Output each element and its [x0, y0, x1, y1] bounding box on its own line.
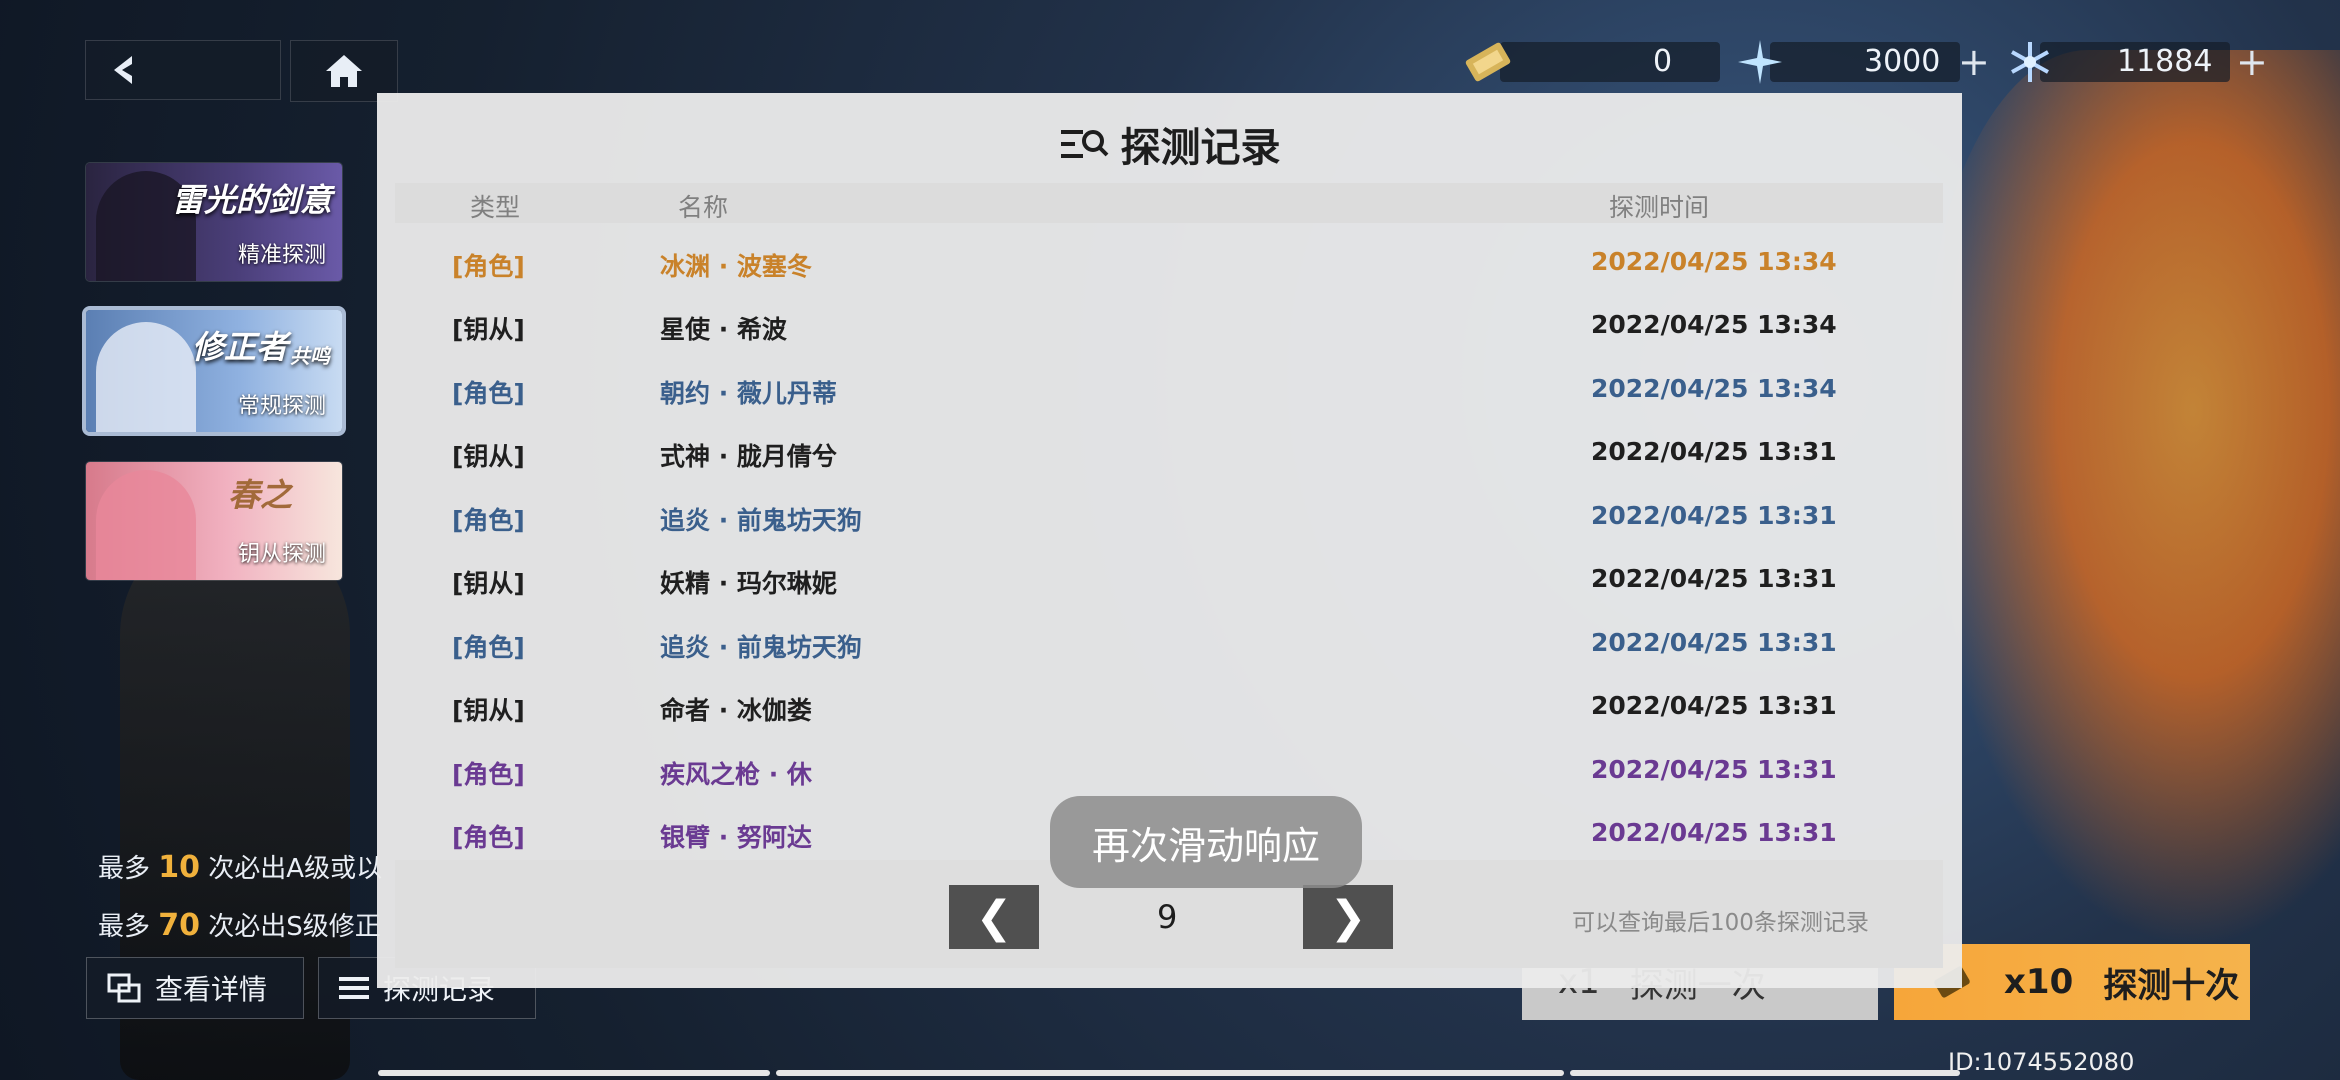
records-limit-note: 可以查询最后100条探测记录 [1572, 910, 1869, 936]
row-type: [钥从] [452, 696, 525, 725]
table-row: [角色] 朝约 · 薇儿丹蒂 2022/04/25 13:34 [377, 360, 1962, 420]
bottom-scroll-segment [776, 1070, 1564, 1076]
banner-servant-detect[interactable]: 春之 钥从探测 [86, 462, 342, 580]
row-time: 2022/04/25 13:31 [1591, 691, 1837, 720]
row-type: [角色] [452, 252, 525, 281]
add-snowflake-crystal-button[interactable]: + [2236, 40, 2268, 84]
currency-ticket: 0 [1460, 38, 1720, 86]
row-name: 追炎 · 前鬼坊天狗 [660, 633, 862, 662]
banner-title-suffix: 共鸣 [290, 344, 330, 368]
currency-snowflake-crystal: 11884 + [2000, 38, 2268, 86]
back-button[interactable] [85, 40, 281, 100]
row-name: 疾风之枪 · 休 [660, 760, 812, 789]
table-row: [钥从] 式神 · 胧月倩兮 2022/04/25 13:31 [377, 423, 1962, 483]
row-type: [角色] [452, 633, 525, 662]
row-name: 朝约 · 薇儿丹蒂 [660, 379, 837, 408]
pull-ten-label: 探测十次 [2103, 965, 2240, 1006]
table-row: [角色] 追炎 · 前鬼坊天狗 2022/04/25 13:31 [377, 614, 1962, 674]
bottom-scroll-segment [378, 1070, 770, 1076]
table-row: [钥从] 命者 · 冰伽娄 2022/04/25 13:31 [377, 677, 1962, 737]
table-row: [钥从] 妖精 · 玛尔琳妮 2022/04/25 13:31 [377, 550, 1962, 610]
row-time: 2022/04/25 13:31 [1591, 564, 1837, 593]
background-flame-art [1920, 50, 2340, 950]
row-name: 星使 · 希波 [660, 315, 787, 344]
banner-title: 雷光的剑意 [171, 181, 332, 219]
prev-page-button[interactable]: ❮ [949, 885, 1039, 949]
home-icon [326, 55, 362, 87]
user-id: ID:1074552080 [1948, 1048, 2135, 1076]
pull-ten-multiplier: x10 [2004, 962, 2074, 1002]
toast-message: 再次滑动响应 [1050, 796, 1362, 888]
row-time: 2022/04/25 13:34 [1591, 374, 1837, 403]
row-type: [角色] [452, 760, 525, 789]
row-name: 冰渊 · 波塞冬 [660, 252, 812, 281]
row-name: 命者 · 冰伽娄 [660, 696, 812, 725]
guarantee-info-a: 最多 10 次必出A级或以 [98, 850, 383, 885]
banner-title: 春之 [227, 476, 292, 514]
table-row: [钥从] 星使 · 希波 2022/04/25 13:34 [377, 296, 1962, 356]
row-time: 2022/04/25 13:31 [1591, 501, 1837, 530]
header-time: 探测时间 [1609, 193, 1710, 222]
row-name: 式神 · 胧月倩兮 [660, 442, 837, 471]
row-time: 2022/04/25 13:31 [1591, 437, 1837, 466]
snowflake-crystal-icon [2011, 42, 2049, 82]
list-icon [339, 977, 369, 999]
banner-subtitle: 精准探测 [237, 243, 326, 268]
row-type: [角色] [452, 823, 525, 852]
row-name: 妖精 · 玛尔琳妮 [660, 569, 837, 598]
header-type: 类型 [470, 193, 521, 222]
table-row: [角色] 冰渊 · 波塞冬 2022/04/25 13:34 [377, 233, 1962, 293]
banner-regular-detect[interactable]: 修正者 共鸣 常规探测 [86, 310, 342, 432]
row-time: 2022/04/25 13:31 [1591, 755, 1837, 784]
header-name: 名称 [678, 193, 729, 222]
star-crystal-icon [1738, 40, 1782, 84]
banner-subtitle: 钥从探测 [237, 542, 326, 567]
guarantee-info-s: 最多 70 次必出S级修正 [98, 908, 381, 943]
row-type: [钥从] [452, 315, 525, 344]
banner-character-art [96, 470, 196, 580]
row-time: 2022/04/25 13:31 [1591, 628, 1837, 657]
records-table-header: 类型 名称 探测时间 [395, 183, 1943, 223]
banner-character-art [96, 322, 196, 432]
records-search-icon [1060, 130, 1108, 158]
banner-title: 修正者 [191, 328, 288, 366]
page-number: 9 [1157, 898, 1178, 936]
row-time: 2022/04/25 13:34 [1591, 310, 1837, 339]
add-star-crystal-button[interactable]: + [1958, 40, 1990, 84]
row-type: [角色] [452, 506, 525, 535]
modal-title: 探测记录 [377, 115, 1962, 173]
row-name: 银臂 · 努阿达 [660, 823, 812, 852]
snowflake-crystal-count: 11884 [2117, 44, 2213, 79]
back-arrow-icon [114, 56, 132, 84]
view-details-button[interactable]: 查看详情 [86, 957, 304, 1019]
currency-star-crystal: 3000 + [1730, 38, 1990, 86]
table-row: [角色] 追炎 · 前鬼坊天狗 2022/04/25 13:31 [377, 487, 1962, 547]
bottom-scroll-segment [1570, 1070, 1960, 1076]
row-type: [钥从] [452, 569, 525, 598]
row-time: 2022/04/25 13:34 [1591, 247, 1837, 276]
banner-subtitle: 常规探测 [237, 394, 326, 419]
row-time: 2022/04/25 13:31 [1591, 818, 1837, 847]
row-type: [角色] [452, 379, 525, 408]
ticket-count: 0 [1653, 44, 1673, 79]
ticket-icon [1465, 42, 1511, 82]
star-crystal-count: 3000 [1864, 44, 1941, 79]
banner-precise-detect[interactable]: 雷光的剑意 精准探测 [86, 163, 342, 281]
row-name: 追炎 · 前鬼坊天狗 [660, 506, 862, 535]
row-type: [钥从] [452, 442, 525, 471]
table-row: [角色] 疾风之枪 · 休 2022/04/25 13:31 [377, 741, 1962, 801]
details-icon [107, 973, 141, 1003]
next-page-button[interactable]: ❯ [1303, 885, 1393, 949]
